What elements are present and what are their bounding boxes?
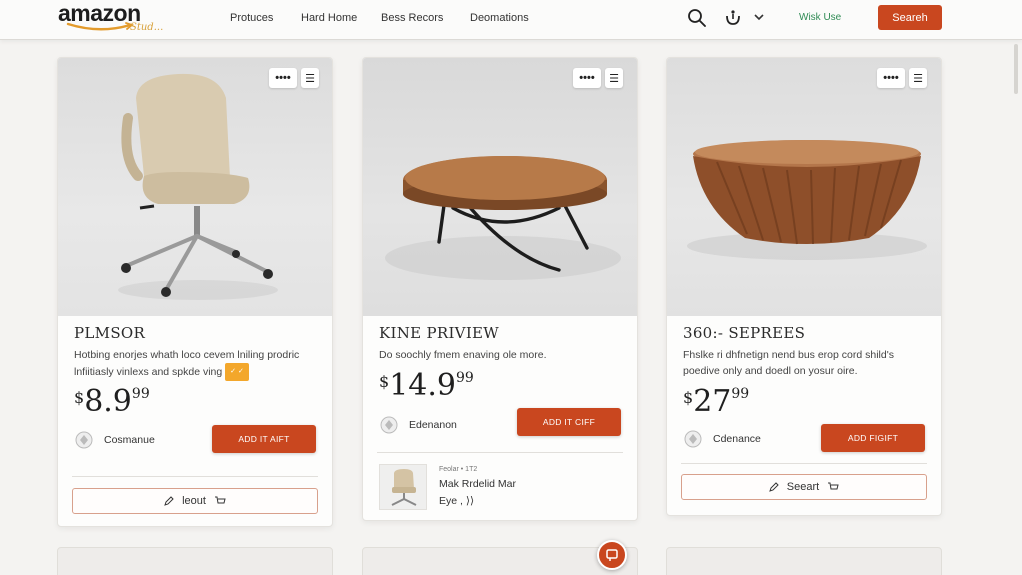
product-title[interactable]: 360:- SEPREES (683, 324, 805, 342)
account-icon[interactable] (722, 7, 744, 29)
recommended-sub: Eye , ⟩⟩ (439, 495, 475, 507)
product-card-partial[interactable] (57, 547, 333, 575)
seller-info[interactable]: Edenanon (379, 415, 457, 435)
product-card-wood-table: •••• ☰ 360:- SEPREES Fhslke ri dhfnetign… (666, 57, 942, 516)
card-menu: •••• ☰ (269, 68, 319, 88)
price-main: 8.9 (84, 384, 132, 419)
search-icon[interactable] (686, 7, 708, 29)
product-description: Do soochly fmem enaving ole more. (379, 349, 547, 361)
cart-icon (828, 482, 839, 490)
chair-illustration (118, 73, 278, 300)
logo-subtext: Stud... (130, 22, 164, 33)
recommended-item[interactable]: Feolar • 1T2 Mak Rrdelid Mar Eye , ⟩⟩ (379, 464, 516, 510)
recommended-text: Feolar • 1T2 Mak Rrdelid Mar Eye , ⟩⟩ (439, 464, 516, 510)
seller-emblem-icon (684, 430, 702, 448)
price-currency: $ (74, 388, 85, 407)
logo-smile-icon (66, 22, 134, 31)
seller-emblem-icon (380, 416, 398, 434)
price-cents: 99 (131, 386, 150, 402)
list-view-icon[interactable]: ☰ (909, 68, 927, 88)
product-card-round-table: •••• ☰ KINE PRIVIEW Do soochly fmem enav… (362, 57, 638, 521)
divider (681, 463, 927, 464)
secondary-action-label: Seeart (786, 481, 820, 493)
recommended-thumbnail (379, 464, 427, 510)
add-to-cart-button[interactable]: ADD IT CIFF (517, 408, 621, 436)
more-options-icon[interactable]: •••• (877, 68, 905, 88)
secondary-action-button[interactable]: Seeart (681, 474, 927, 500)
recommended-title[interactable]: Mak Rrdelid Mar (439, 476, 516, 493)
nav-link-bess-recors[interactable]: Bess Recors (381, 12, 443, 24)
visit-link[interactable]: Wisk Use (799, 12, 841, 23)
seller-info[interactable]: Cosmanue (74, 430, 155, 450)
add-to-cart-button[interactable]: ADD FIGIFT (821, 424, 925, 452)
pencil-icon (768, 482, 779, 492)
product-image-wood-table[interactable] (667, 58, 941, 316)
search-button[interactable]: Seareh (878, 5, 942, 30)
seller-name: Edenanon (409, 419, 457, 431)
divider (72, 476, 318, 477)
product-title[interactable]: KINE PRIVIEW (379, 324, 499, 342)
card-menu: •••• ☰ (573, 68, 623, 88)
top-navigation-bar: amazon Stud... Protuces Hard Home Bess R… (0, 0, 1022, 40)
description-text: Hotbing enorjes whath loco cevem lniling… (74, 349, 300, 378)
price-main: 27 (693, 384, 732, 419)
price-cents: 99 (455, 370, 474, 386)
product-card-chair: •••• ☰ PLMSOR Hotbing enorjes whath loco… (57, 57, 333, 527)
divider (377, 452, 623, 453)
pencil-icon (164, 496, 174, 506)
scrollbar[interactable] (1014, 44, 1018, 94)
cart-icon (214, 496, 226, 504)
seller-name: Cosmanue (104, 434, 155, 446)
seller-info[interactable]: Cdenance (683, 429, 761, 449)
list-view-icon[interactable]: ☰ (605, 68, 623, 88)
product-card-partial[interactable] (666, 547, 942, 575)
product-description: Hotbing enorjes whath loco cevem lniling… (74, 347, 322, 381)
chevron-down-icon[interactable] (752, 10, 766, 24)
list-view-icon[interactable]: ☰ (301, 68, 319, 88)
add-to-cart-button[interactable]: ADD IT AIFT (212, 425, 316, 453)
seller-name: Cdenance (713, 433, 761, 445)
more-options-icon[interactable]: •••• (573, 68, 601, 88)
rating-badge: ✓ ✓ (225, 363, 249, 381)
nav-link-deomations[interactable]: Deomations (470, 12, 529, 24)
price-main: 14.9 (389, 368, 456, 403)
more-options-icon[interactable]: •••• (269, 68, 297, 88)
product-price: $14.999 (379, 368, 474, 403)
chat-icon[interactable] (597, 540, 627, 570)
product-price: $2799 (683, 384, 749, 419)
nav-link-hard-home[interactable]: Hard Home (301, 12, 357, 24)
price-currency: $ (683, 388, 694, 407)
price-currency: $ (379, 372, 390, 391)
sound-icon: ⟩⟩ (465, 495, 475, 507)
chair-thumbnail-icon (391, 469, 417, 506)
seller-emblem-icon (75, 431, 93, 449)
round-table-illustration (385, 156, 621, 280)
nav-link-products[interactable]: Protuces (230, 12, 273, 24)
price-cents: 99 (731, 386, 750, 402)
secondary-action-button[interactable]: leout (72, 488, 318, 514)
card-menu: •••• ☰ (877, 68, 927, 88)
wood-table-illustration (687, 140, 927, 260)
product-image-chair[interactable] (58, 58, 332, 316)
secondary-action-label: leout (182, 495, 206, 507)
product-description: Fhslke ri dhfnetign nend bus erop cord s… (683, 349, 894, 377)
product-price: $8.999 (74, 384, 150, 419)
recommended-meta: Feolar • 1T2 (439, 466, 478, 473)
product-title[interactable]: PLMSOR (74, 324, 145, 342)
product-image-round-table[interactable] (363, 58, 637, 316)
amazon-logo[interactable]: amazon Stud... (58, 0, 188, 40)
